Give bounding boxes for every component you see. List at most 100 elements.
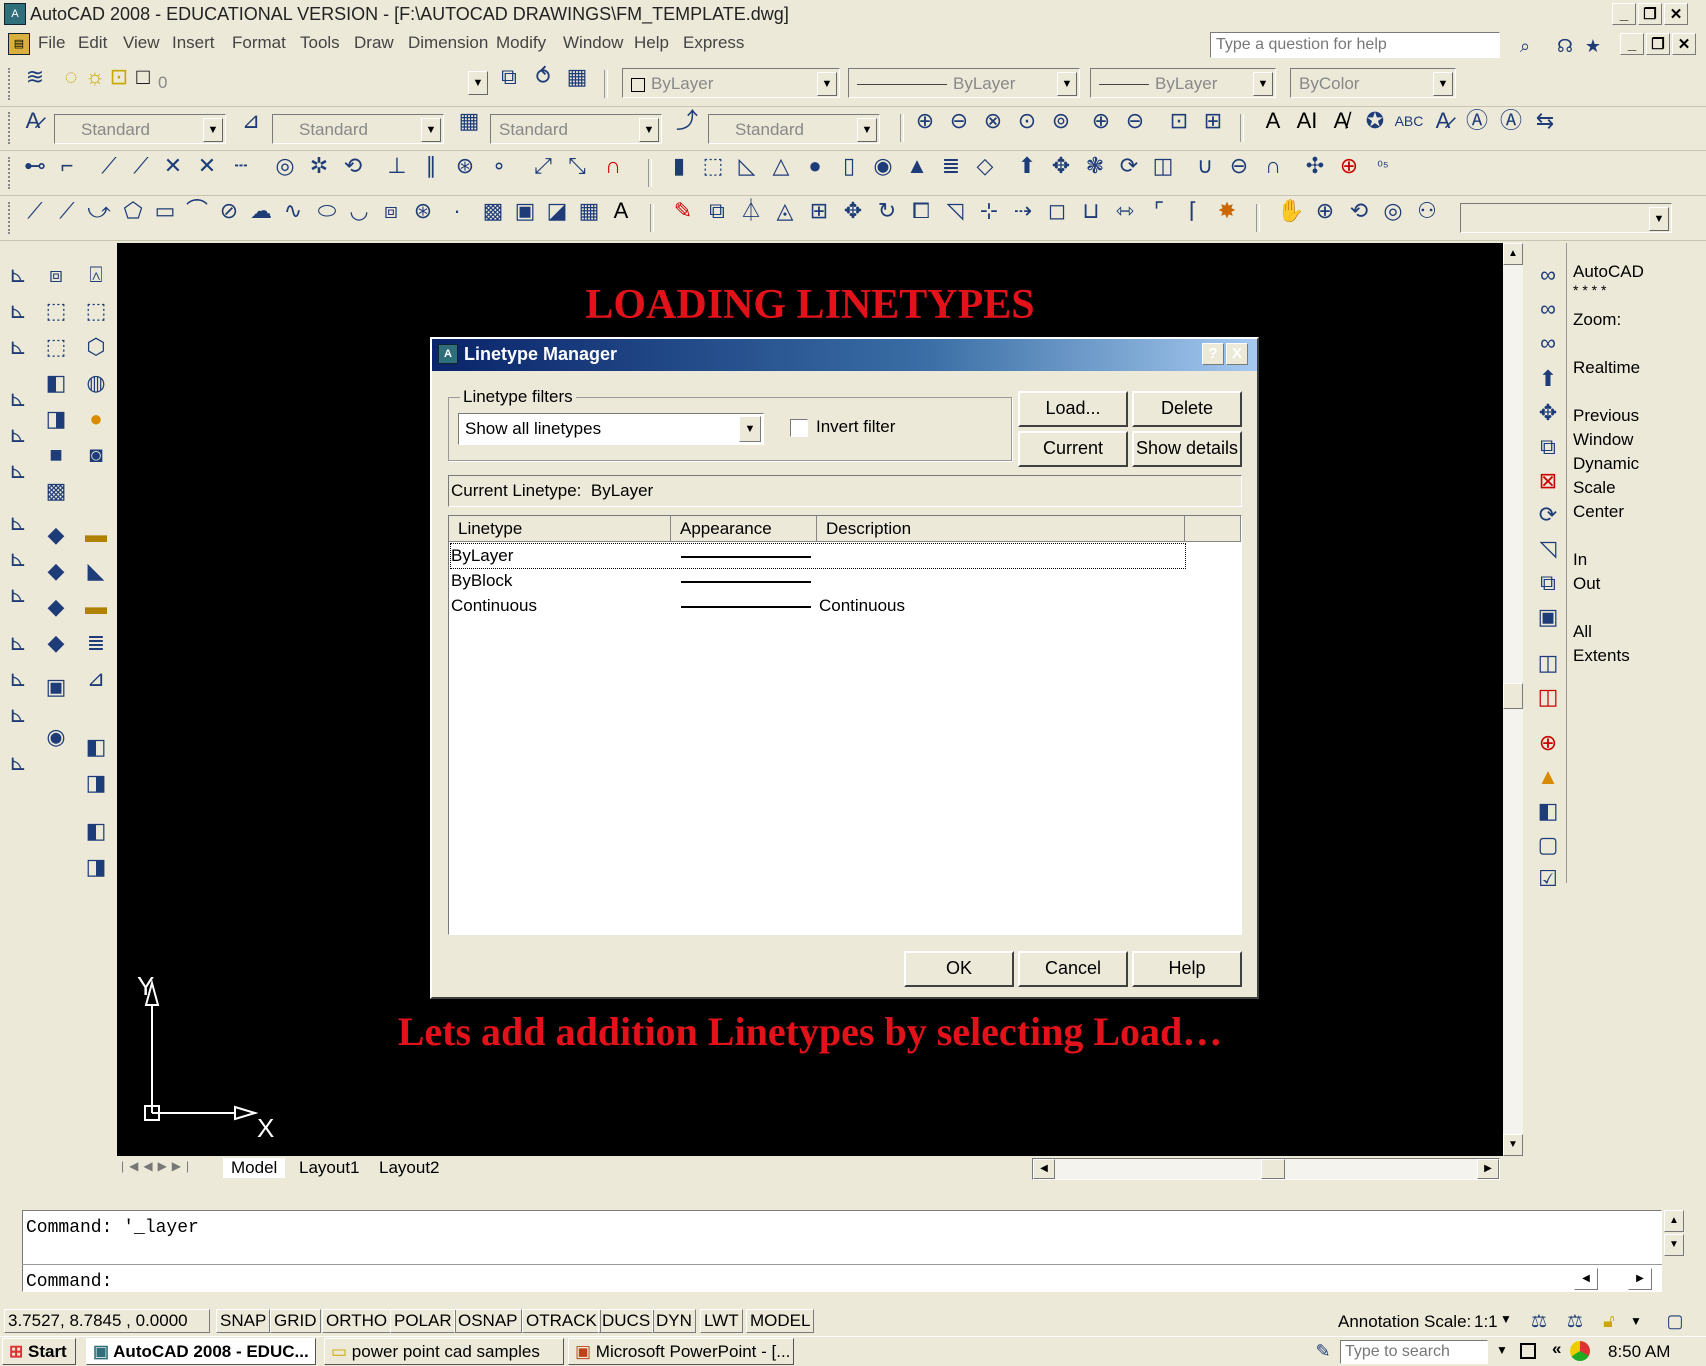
chevron-down-icon[interactable]: ▼	[739, 416, 761, 442]
zoom-in-icon[interactable]: ⊕	[1086, 106, 1116, 136]
task-powerpoint[interactable]: ▣ Microsoft PowerPoint - [...	[568, 1338, 794, 1365]
camera-view-icon[interactable]: ▣	[40, 671, 72, 703]
zoom-realtime[interactable]: Realtime	[1573, 358, 1640, 378]
canvas-vertical-scrollbar[interactable]: ▲ ▼	[1503, 243, 1523, 1156]
spell-check-icon[interactable]: ABC	[1394, 106, 1424, 136]
torus-icon[interactable]: ◉	[868, 151, 898, 181]
chevron-down-icon[interactable]: ▼	[203, 118, 223, 142]
zoom-window-icon[interactable]: ⊗	[978, 106, 1008, 136]
ducs-toggle[interactable]: DUCS	[598, 1309, 655, 1333]
ucs-3point-icon[interactable]: ⊾	[2, 579, 34, 611]
chevron-down-icon[interactable]: ▼	[468, 71, 488, 95]
zoom-scale-icon[interactable]: ⊚	[1046, 106, 1076, 136]
model-toggle[interactable]: MODEL	[746, 1309, 815, 1333]
delete-faces-icon[interactable]: ⊠	[1532, 465, 1564, 497]
table-icon[interactable]: ▦	[574, 196, 604, 226]
command-history[interactable]	[22, 1210, 1662, 1292]
layer-combo[interactable]: 0 ▼	[150, 68, 490, 98]
dim-style-combo[interactable]: Standard ▼	[272, 114, 444, 144]
annotation-visibility-icon[interactable]: ⚖	[1524, 1306, 1554, 1336]
continue-icon[interactable]: ⊥	[382, 151, 412, 181]
gradient-icon[interactable]: ▣	[510, 196, 540, 226]
render-settings-icon[interactable]: ◙	[80, 439, 112, 471]
jogged-linear-icon[interactable]: ∩	[598, 151, 628, 181]
chevron-down-icon[interactable]: ▼	[639, 118, 659, 142]
render-sphere-icon[interactable]: ●	[80, 403, 112, 435]
dim-reassoc-icon[interactable]: ⊿	[80, 663, 112, 695]
zoom-center[interactable]: Center	[1573, 502, 1624, 522]
favorites-star-icon[interactable]: ★	[1578, 31, 1608, 61]
offset-icon[interactable]: ◬	[770, 196, 800, 226]
zoom-out[interactable]: Out	[1573, 574, 1600, 594]
table-style-combo[interactable]: Standard ▼	[490, 114, 662, 144]
cmd-scroll-up-icon[interactable]: ▲	[1664, 1210, 1684, 1232]
zoom-previous[interactable]: Previous	[1573, 406, 1639, 426]
aligned-dimension-icon[interactable]: ⌐	[52, 151, 82, 181]
current-button[interactable]: Current	[1018, 431, 1128, 467]
wedge-icon[interactable]: ◺	[732, 151, 762, 181]
dialog-close-icon[interactable]: X	[1226, 343, 1248, 365]
array-icon[interactable]: ⊞	[804, 196, 834, 226]
coordinates-display[interactable]: 3.7527, 8.7845 , 0.0000	[4, 1309, 210, 1333]
navigation-icon[interactable]: ◉	[40, 721, 72, 753]
linetype-row-byblock[interactable]: ByBlock	[451, 569, 1185, 593]
extrude-icon[interactable]: ⬆	[1012, 151, 1042, 181]
search-dropdown-icon[interactable]: ▼	[1496, 1343, 1508, 1357]
zoom-extents-icon[interactable]: ⊞	[1198, 106, 1228, 136]
cancel-button[interactable]: Cancel	[1018, 951, 1128, 987]
doc-close-icon[interactable]: ✕	[1672, 33, 1696, 55]
desktop-toggle-icon[interactable]	[1520, 1343, 1536, 1359]
ucs-object-icon[interactable]: ⊾	[2, 419, 34, 451]
view-front-icon[interactable]: ◆	[40, 555, 72, 587]
construction-line-icon[interactable]: ⟋	[52, 196, 82, 226]
linetype-filter-select[interactable]: Show all linetypes ▼	[458, 413, 764, 445]
zoom-dynamic[interactable]: Dynamic	[1573, 454, 1639, 474]
ucs-apply-icon[interactable]: ⊾	[2, 747, 34, 779]
zoom-window[interactable]: Window	[1573, 430, 1633, 450]
menu-draw[interactable]: Draw	[354, 33, 394, 53]
linetype-combo[interactable]: ByLayer ▼	[848, 68, 1080, 98]
visual-style-icon[interactable]: ⧈	[40, 259, 72, 291]
materials-icon[interactable]: ◍	[80, 367, 112, 399]
quick-dimension-icon[interactable]: ✲	[304, 151, 334, 181]
cmd-scroll-down-icon[interactable]: ▼	[1664, 1234, 1684, 1256]
menu-format[interactable]: Format	[232, 33, 286, 53]
doc-minimize-icon[interactable]: _	[1620, 33, 1644, 55]
3d-hidden-icon[interactable]: ⬚	[40, 331, 72, 363]
zoom-out-icon[interactable]: ⊖	[1120, 106, 1150, 136]
restore-icon[interactable]: ❐	[1638, 3, 1662, 25]
solid-union-icon[interactable]: ∞	[1532, 259, 1564, 291]
ortho-toggle[interactable]: ORTHO	[322, 1309, 392, 1333]
linetype-row-continuous[interactable]: Continuous Continuous	[451, 594, 1185, 618]
command-prompt[interactable]: Command:	[26, 1272, 112, 1292]
separate-icon[interactable]: ◧	[1532, 795, 1564, 827]
layer-states-icon[interactable]: ▦	[562, 62, 592, 92]
realistic-icon[interactable]: ◧	[40, 367, 72, 399]
menu-help[interactable]: Help	[634, 33, 669, 53]
dialog-title-bar[interactable]: A Linetype Manager ? X	[432, 339, 1257, 371]
draworder-front-icon[interactable]: ◧	[80, 731, 112, 763]
scroll-thumb[interactable]	[1503, 683, 1523, 709]
ellipse-icon[interactable]: ⬭	[312, 196, 342, 226]
workspace-combo[interactable]: ▼	[1460, 203, 1672, 233]
fillet-icon[interactable]: ⌈	[1178, 196, 1208, 226]
zoom-dynamic-icon[interactable]: ⊙	[1012, 106, 1042, 136]
task-autocad[interactable]: ▣ AutoCAD 2008 - EDUC...	[86, 1338, 316, 1365]
pyramid-icon[interactable]: ▲	[902, 151, 932, 181]
cmd-scroll-right-icon[interactable]: ▶	[1628, 1268, 1652, 1290]
copy-faces-icon[interactable]: ⧉	[1532, 567, 1564, 599]
tab-model[interactable]: Model	[223, 1158, 286, 1178]
linear-dimension-icon[interactable]: ⊷	[20, 151, 50, 181]
shaded-icon[interactable]: ■	[40, 439, 72, 471]
loft-icon[interactable]: ◫	[1148, 151, 1178, 181]
cmd-scroll-left-icon[interactable]: ◀	[1574, 1268, 1598, 1290]
planar-surface-icon[interactable]: ◇	[970, 151, 1000, 181]
chrome-icon[interactable]	[1570, 1341, 1590, 1361]
move-faces-icon[interactable]: ✥	[1532, 397, 1564, 429]
menu-modify[interactable]: Modify	[496, 33, 546, 53]
menu-edit[interactable]: Edit	[78, 33, 107, 53]
tab-nav-arrows-icon[interactable]: |◀◀▶▶|	[121, 1159, 194, 1173]
baseline-icon[interactable]: ⟲	[338, 151, 368, 181]
offset-faces-icon[interactable]: ⧉	[1532, 431, 1564, 463]
horizontal-scrollbar[interactable]: ◀ ▶	[1032, 1158, 1500, 1180]
